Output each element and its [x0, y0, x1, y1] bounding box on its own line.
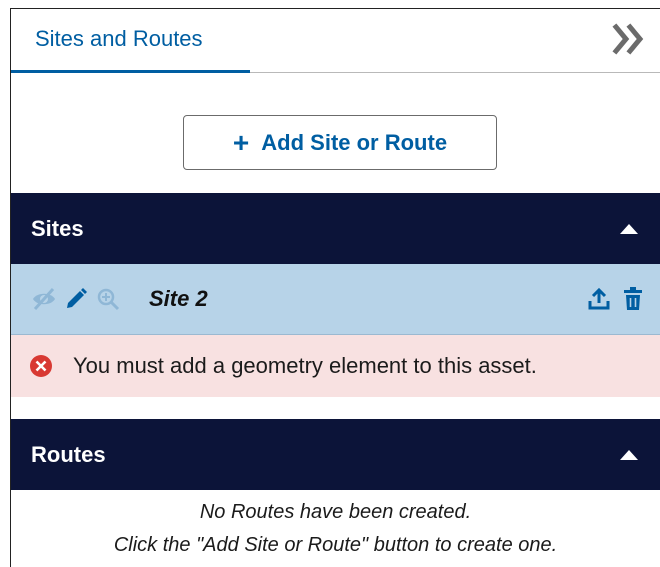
add-button-area: + Add Site or Route	[11, 73, 660, 193]
add-site-or-route-button[interactable]: + Add Site or Route	[183, 115, 497, 170]
zoom-in-icon[interactable]	[95, 286, 121, 312]
site-list-item[interactable]: Site 2	[11, 264, 660, 335]
sites-routes-panel: Sites and Routes + Add Site or Route Sit…	[10, 8, 660, 567]
sites-section-header[interactable]: Sites	[11, 193, 660, 264]
error-message: You must add a geometry element to this …	[73, 353, 537, 378]
collapse-panel-button[interactable]	[610, 19, 650, 59]
empty-message-line-1: No Routes have been created.	[199, 501, 472, 523]
plus-icon: +	[232, 126, 250, 158]
site-name: Site 2	[149, 286, 208, 311]
routes-section-title: Routes	[31, 442, 106, 467]
pencil-icon[interactable]	[63, 286, 89, 312]
sites-section-title: Sites	[31, 216, 84, 241]
tab-sites-and-routes[interactable]: Sites and Routes	[11, 9, 250, 73]
trash-icon[interactable]	[620, 286, 646, 312]
error-alert: You must add a geometry element to this …	[11, 335, 660, 397]
error-circle-icon	[29, 354, 53, 378]
add-button-label: Add Site or Route	[261, 129, 448, 155]
caret-up-icon	[620, 224, 638, 234]
routes-section-header[interactable]: Routes	[11, 419, 660, 490]
empty-message-line-2: Click the "Add Site or Route" button to …	[113, 534, 558, 556]
caret-up-icon	[620, 450, 638, 460]
double-chevron-right-icon	[612, 23, 644, 55]
upload-icon[interactable]	[586, 286, 612, 312]
tab-bar: Sites and Routes	[11, 9, 660, 73]
eye-off-icon[interactable]	[31, 286, 57, 312]
routes-empty-state: No Routes have been created. Click the "…	[11, 496, 660, 562]
